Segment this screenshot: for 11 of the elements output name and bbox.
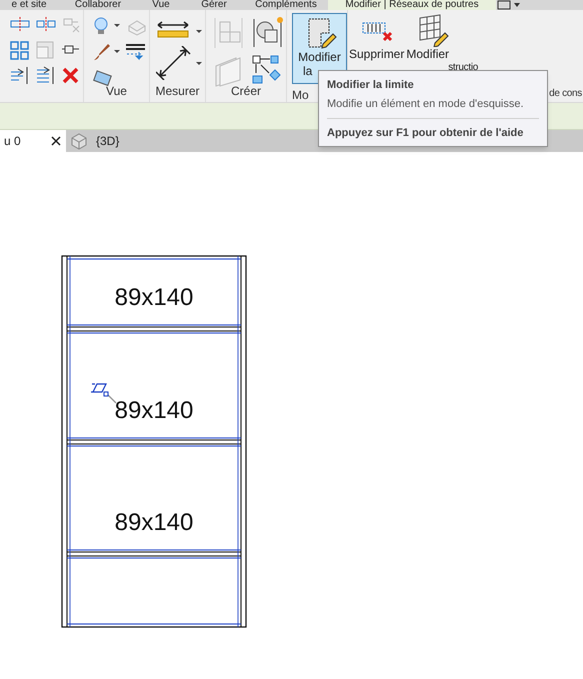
help-hint: Appuyez sur F1 pour obtenir de l'aide xyxy=(327,126,524,141)
beam-tag: 89x140 xyxy=(114,284,194,311)
tab-title: {3D} xyxy=(96,133,120,150)
tab-title: u 0 xyxy=(4,133,22,150)
panel-label: Mesurer xyxy=(154,84,200,98)
panel-label: Vue xyxy=(105,84,128,98)
tooltip-description: Modifie un élément en mode d'esquisse. xyxy=(327,97,525,112)
beam-tag: 89x140 xyxy=(114,397,194,424)
panel-label: Créer xyxy=(230,84,262,98)
beam-tag: 89x140 xyxy=(114,509,194,536)
panel-label: de cons xyxy=(549,87,583,101)
